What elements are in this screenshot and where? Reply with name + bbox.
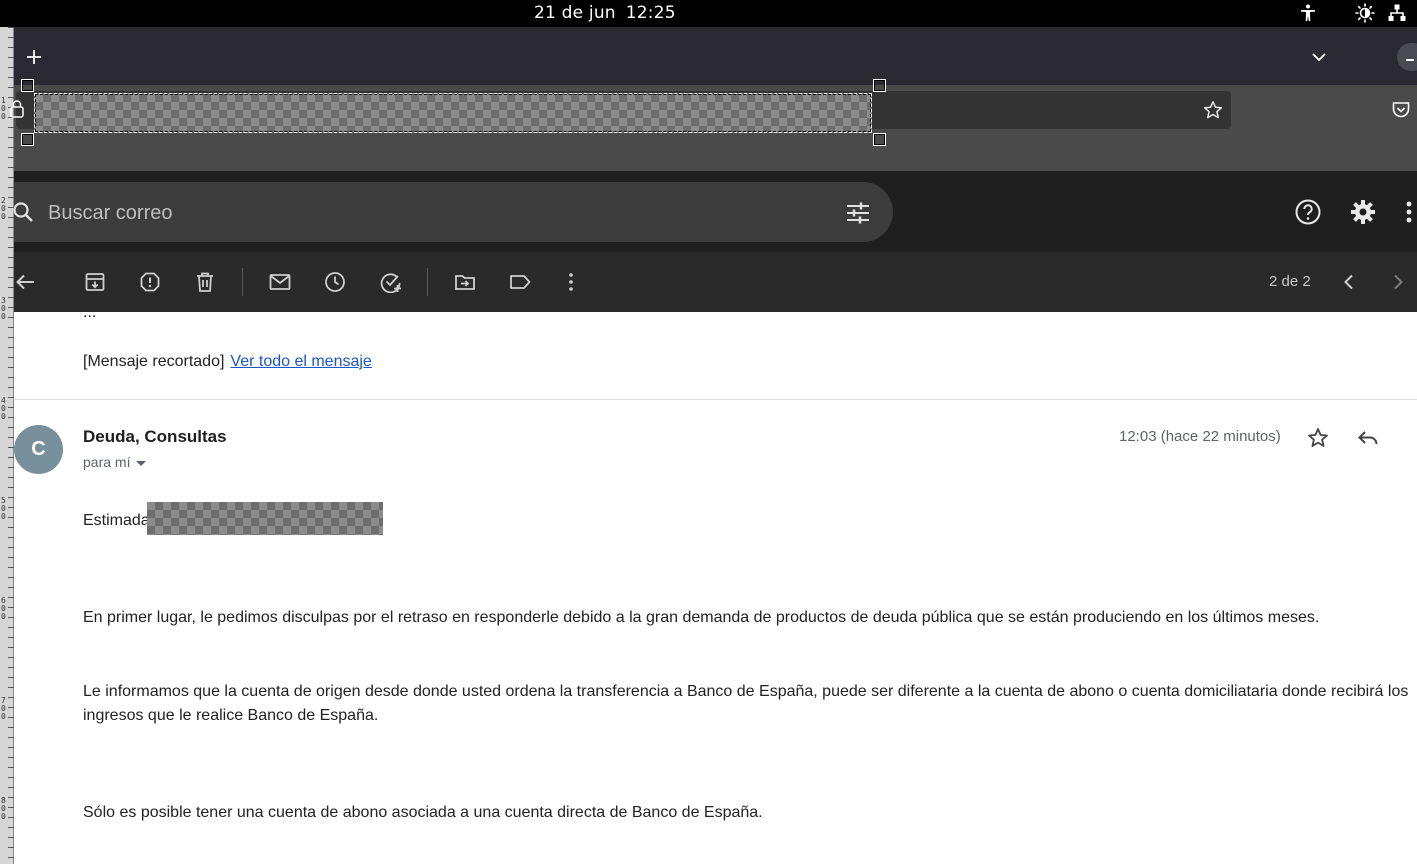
clock-time: 12:25 (625, 3, 676, 23)
mail-header: Buscar correo (12, 171, 1417, 252)
paragraph-accounts-line1: Le informamos que la cuenta de origen de… (83, 683, 1409, 700)
system-clock[interactable]: 21 de jun 12:25 (534, 3, 676, 23)
move-to-icon[interactable] (454, 271, 476, 293)
sender-name[interactable]: Deuda, Consultas (83, 427, 227, 447)
paragraph-single-account: Sólo es posible tener una cuenta de abon… (83, 804, 763, 821)
redacted-name (147, 502, 383, 535)
chevron-down-icon[interactable] (1311, 49, 1327, 65)
clock-date: 21 de jun (534, 3, 616, 23)
archive-icon[interactable] (84, 271, 106, 293)
toolbar-divider (242, 268, 243, 296)
selection-handle[interactable] (21, 133, 34, 146)
back-arrow-icon[interactable] (14, 271, 36, 293)
settings-icon[interactable] (1350, 199, 1376, 225)
toolbar-divider (427, 268, 428, 296)
avatar[interactable]: C (14, 425, 63, 474)
greeting: Estimada (83, 512, 150, 529)
screen: 21 de jun 12:25 100 200 300 400 500 600 700 800 (0, 0, 1417, 864)
clipped-label: [Mensaje recortado] (83, 353, 225, 370)
reply-icon[interactable] (1356, 426, 1380, 450)
prev-icon[interactable] (1338, 271, 1360, 293)
ruler-label: 600 (1, 596, 6, 621)
report-spam-icon[interactable] (139, 271, 161, 293)
ruler-label: 300 (1, 296, 6, 321)
recipient-details[interactable]: para mí (83, 454, 147, 470)
network-icon[interactable] (1387, 3, 1407, 23)
clipped-message-notice: [Mensaje recortado] Ver todo el mensaje (83, 353, 372, 371)
message-thread: ... [Mensaje recortado] Ver todo el mensa… (14, 312, 1417, 864)
search-input[interactable]: Buscar correo (48, 202, 173, 225)
ruler-label: 500 (1, 496, 6, 521)
snooze-icon[interactable] (324, 271, 346, 293)
system-top-bar: 21 de jun 12:25 (0, 0, 1417, 27)
paragraph-accounts-line2: ingresos que le realice Banco de España. (83, 707, 379, 724)
ruler-label: 700 (1, 696, 6, 721)
more-icon[interactable] (560, 271, 582, 293)
pocket-icon[interactable] (1391, 100, 1411, 120)
star-icon[interactable] (1203, 100, 1223, 120)
selection-handle[interactable] (873, 79, 886, 92)
search-icon[interactable] (12, 201, 34, 223)
window-minimize-button[interactable] (1397, 43, 1417, 71)
add-task-icon[interactable] (380, 271, 402, 293)
browser-tab-bar (14, 27, 1417, 85)
pager-count: 2 de 2 (1269, 273, 1311, 290)
accessibility-icon[interactable] (1298, 3, 1318, 23)
ruler-label: 400 (1, 396, 6, 421)
recipient-label: para mí (83, 454, 131, 470)
ruler-label: 200 (1, 196, 6, 221)
search-bar[interactable]: Buscar correo (12, 182, 893, 242)
vertical-ruler: 100 200 300 400 500 600 700 800 (0, 27, 14, 864)
redacted-selection (34, 93, 872, 133)
message-toolbar: 2 de 2 (14, 252, 1417, 312)
message-timestamp: 12:03 (hace 22 minutos) (1119, 428, 1281, 445)
filter-icon[interactable] (846, 201, 870, 225)
label-icon[interactable] (509, 271, 531, 293)
mark-unread-icon[interactable] (269, 271, 291, 293)
ruler-label: 800 (1, 796, 6, 821)
chevron-down-icon (136, 460, 147, 466)
more-vert-icon[interactable] (1404, 200, 1414, 226)
brightness-icon[interactable] (1355, 3, 1375, 23)
selection-handle[interactable] (873, 133, 886, 146)
next-icon[interactable] (1387, 271, 1409, 293)
selection-handle[interactable] (21, 79, 34, 92)
lock-icon[interactable] (8, 99, 26, 119)
help-icon[interactable] (1295, 199, 1321, 225)
view-full-message-link[interactable]: Ver todo el mensaje (230, 353, 371, 370)
paragraph-apology: En primer lugar, le pedimos disculpas po… (83, 609, 1320, 626)
minimize-icon (1406, 59, 1414, 61)
trimmed-content-ellipsis[interactable]: ... (83, 312, 96, 322)
message-divider (14, 399, 1417, 400)
star-icon[interactable] (1306, 426, 1330, 450)
plus-icon[interactable] (26, 49, 42, 65)
delete-icon[interactable] (194, 271, 216, 293)
